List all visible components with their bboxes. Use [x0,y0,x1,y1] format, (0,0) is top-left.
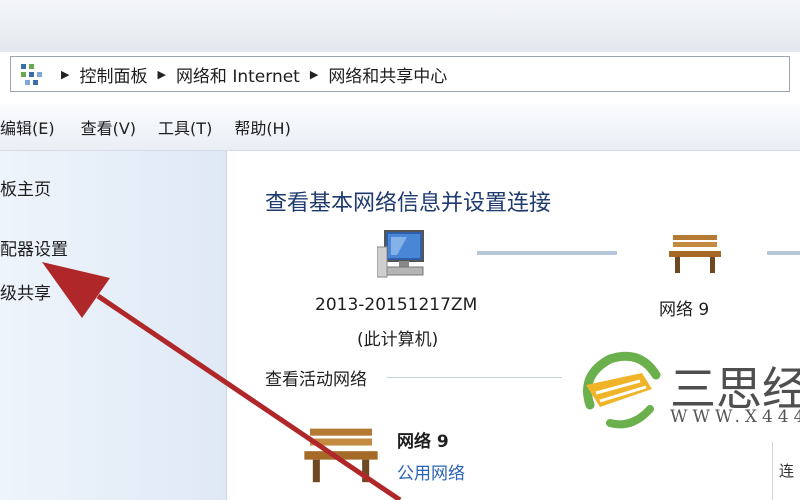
breadcrumb-network-sharing-center[interactable]: 网络和共享中心 [328,62,447,87]
computer-caption: (此计算机) [357,330,439,350]
nav-change-adapter-settings[interactable]: 配器设置 [0,235,68,260]
breadcrumb-chevron-icon[interactable]: ▶ [157,68,165,81]
breadcrumb-control-panel[interactable]: 控制面板 [79,62,147,87]
menu-view[interactable]: 查看(V) [81,115,136,139]
watermark-logo: 三思经 WWW.X444 [570,345,800,440]
active-network-bench-icon [304,428,378,483]
breadcrumb-chevron-icon[interactable]: ▶ [310,68,318,81]
watermark-emblem-icon [580,351,661,429]
menu-help[interactable]: 帮助(H) [234,115,291,139]
window-title-bar [0,0,800,52]
page-title: 查看基本网络信息并设置连接 [265,191,552,216]
main-content: 查看基本网络信息并设置连接 2013-20151217ZM (此计算机) 网络 … [227,151,800,500]
connection-line [767,251,800,255]
network-center-icon [17,60,45,88]
active-network-name: 网络 9 [397,432,449,452]
nav-advanced-sharing[interactable]: 级共享 [0,279,51,304]
section-divider [387,377,562,378]
nav-control-panel-home[interactable]: 板主页 [0,175,51,200]
menu-tools[interactable]: 工具(T) [158,115,212,139]
computer-icon[interactable] [377,229,433,281]
task-pane: 板主页 配器设置 级共享 [0,151,227,500]
network-bench-icon[interactable] [667,231,723,275]
breadcrumb-chevron-icon[interactable]: ▶ [61,68,69,81]
address-bar[interactable]: ▶ 控制面板 ▶ 网络和 Internet ▶ 网络和共享中心 [10,56,790,92]
computer-name: 2013-20151217ZM [315,295,478,315]
active-networks-title: 查看活动网络 [265,370,367,390]
watermark-url: WWW.X444 [670,407,800,427]
network-type-link[interactable]: 公用网络 [397,459,465,484]
menu-bar: 编辑(E) 查看(V) 工具(T) 帮助(H) [0,104,800,151]
network-name[interactable]: 网络 9 [659,295,709,320]
right-panel-peek: 连 [772,442,800,500]
menu-edit[interactable]: 编辑(E) [0,115,55,139]
connection-line [477,251,617,255]
breadcrumb-network-internet[interactable]: 网络和 Internet [176,62,300,87]
